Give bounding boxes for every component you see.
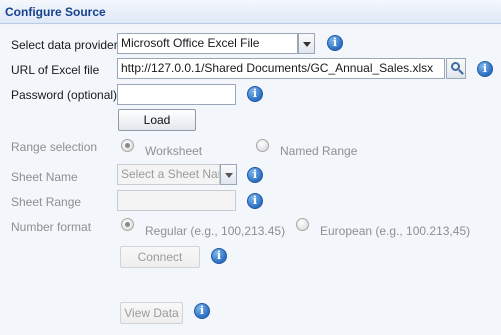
european-format-radio[interactable]: [296, 218, 309, 231]
url-info-icon[interactable]: [477, 61, 493, 77]
range-selection-label: Range selection: [11, 140, 98, 154]
sheet-name-select[interactable]: Select a Sheet Name: [117, 164, 220, 185]
password-input[interactable]: [117, 84, 236, 105]
load-button[interactable]: Load: [118, 109, 196, 131]
named-range-radio-label: Named Range: [280, 144, 358, 158]
view-data-info-icon[interactable]: [194, 303, 210, 319]
url-input[interactable]: http://127.0.0.1/Shared Documents/GC_Ann…: [117, 58, 445, 79]
panel-title: Configure Source: [5, 5, 106, 19]
view-data-button[interactable]: View Data: [120, 302, 183, 324]
password-info-icon[interactable]: [247, 86, 263, 102]
connect-button[interactable]: Connect: [120, 246, 200, 268]
data-provider-label: Select data provider: [11, 38, 118, 52]
data-provider-info-icon[interactable]: [327, 35, 343, 51]
worksheet-radio[interactable]: [121, 139, 134, 152]
password-label: Password (optional): [11, 88, 118, 102]
panel-header: Configure Source: [0, 0, 501, 24]
sheet-range-info-icon[interactable]: [247, 193, 263, 209]
browse-search-button[interactable]: [446, 58, 466, 79]
regular-format-radio[interactable]: [121, 218, 134, 231]
data-provider-select[interactable]: Microsoft Office Excel File: [117, 33, 298, 54]
regular-format-radio-label: Regular (e.g., 100,213.45): [145, 224, 286, 238]
sheet-range-label: Sheet Range: [11, 195, 82, 209]
url-label: URL of Excel file: [11, 63, 100, 77]
sheet-range-input[interactable]: [117, 190, 236, 211]
sheet-name-dropdown-button[interactable]: [220, 164, 237, 185]
named-range-radio[interactable]: [256, 139, 269, 152]
worksheet-radio-label: Worksheet: [145, 144, 203, 158]
sheet-name-info-icon[interactable]: [247, 167, 263, 183]
connect-info-icon[interactable]: [211, 248, 227, 264]
number-format-label: Number format: [11, 220, 92, 234]
sheet-name-label: Sheet Name: [11, 170, 78, 184]
data-provider-dropdown-button[interactable]: [298, 33, 315, 54]
european-format-radio-label: European (e.g., 100.213,45): [320, 224, 471, 238]
